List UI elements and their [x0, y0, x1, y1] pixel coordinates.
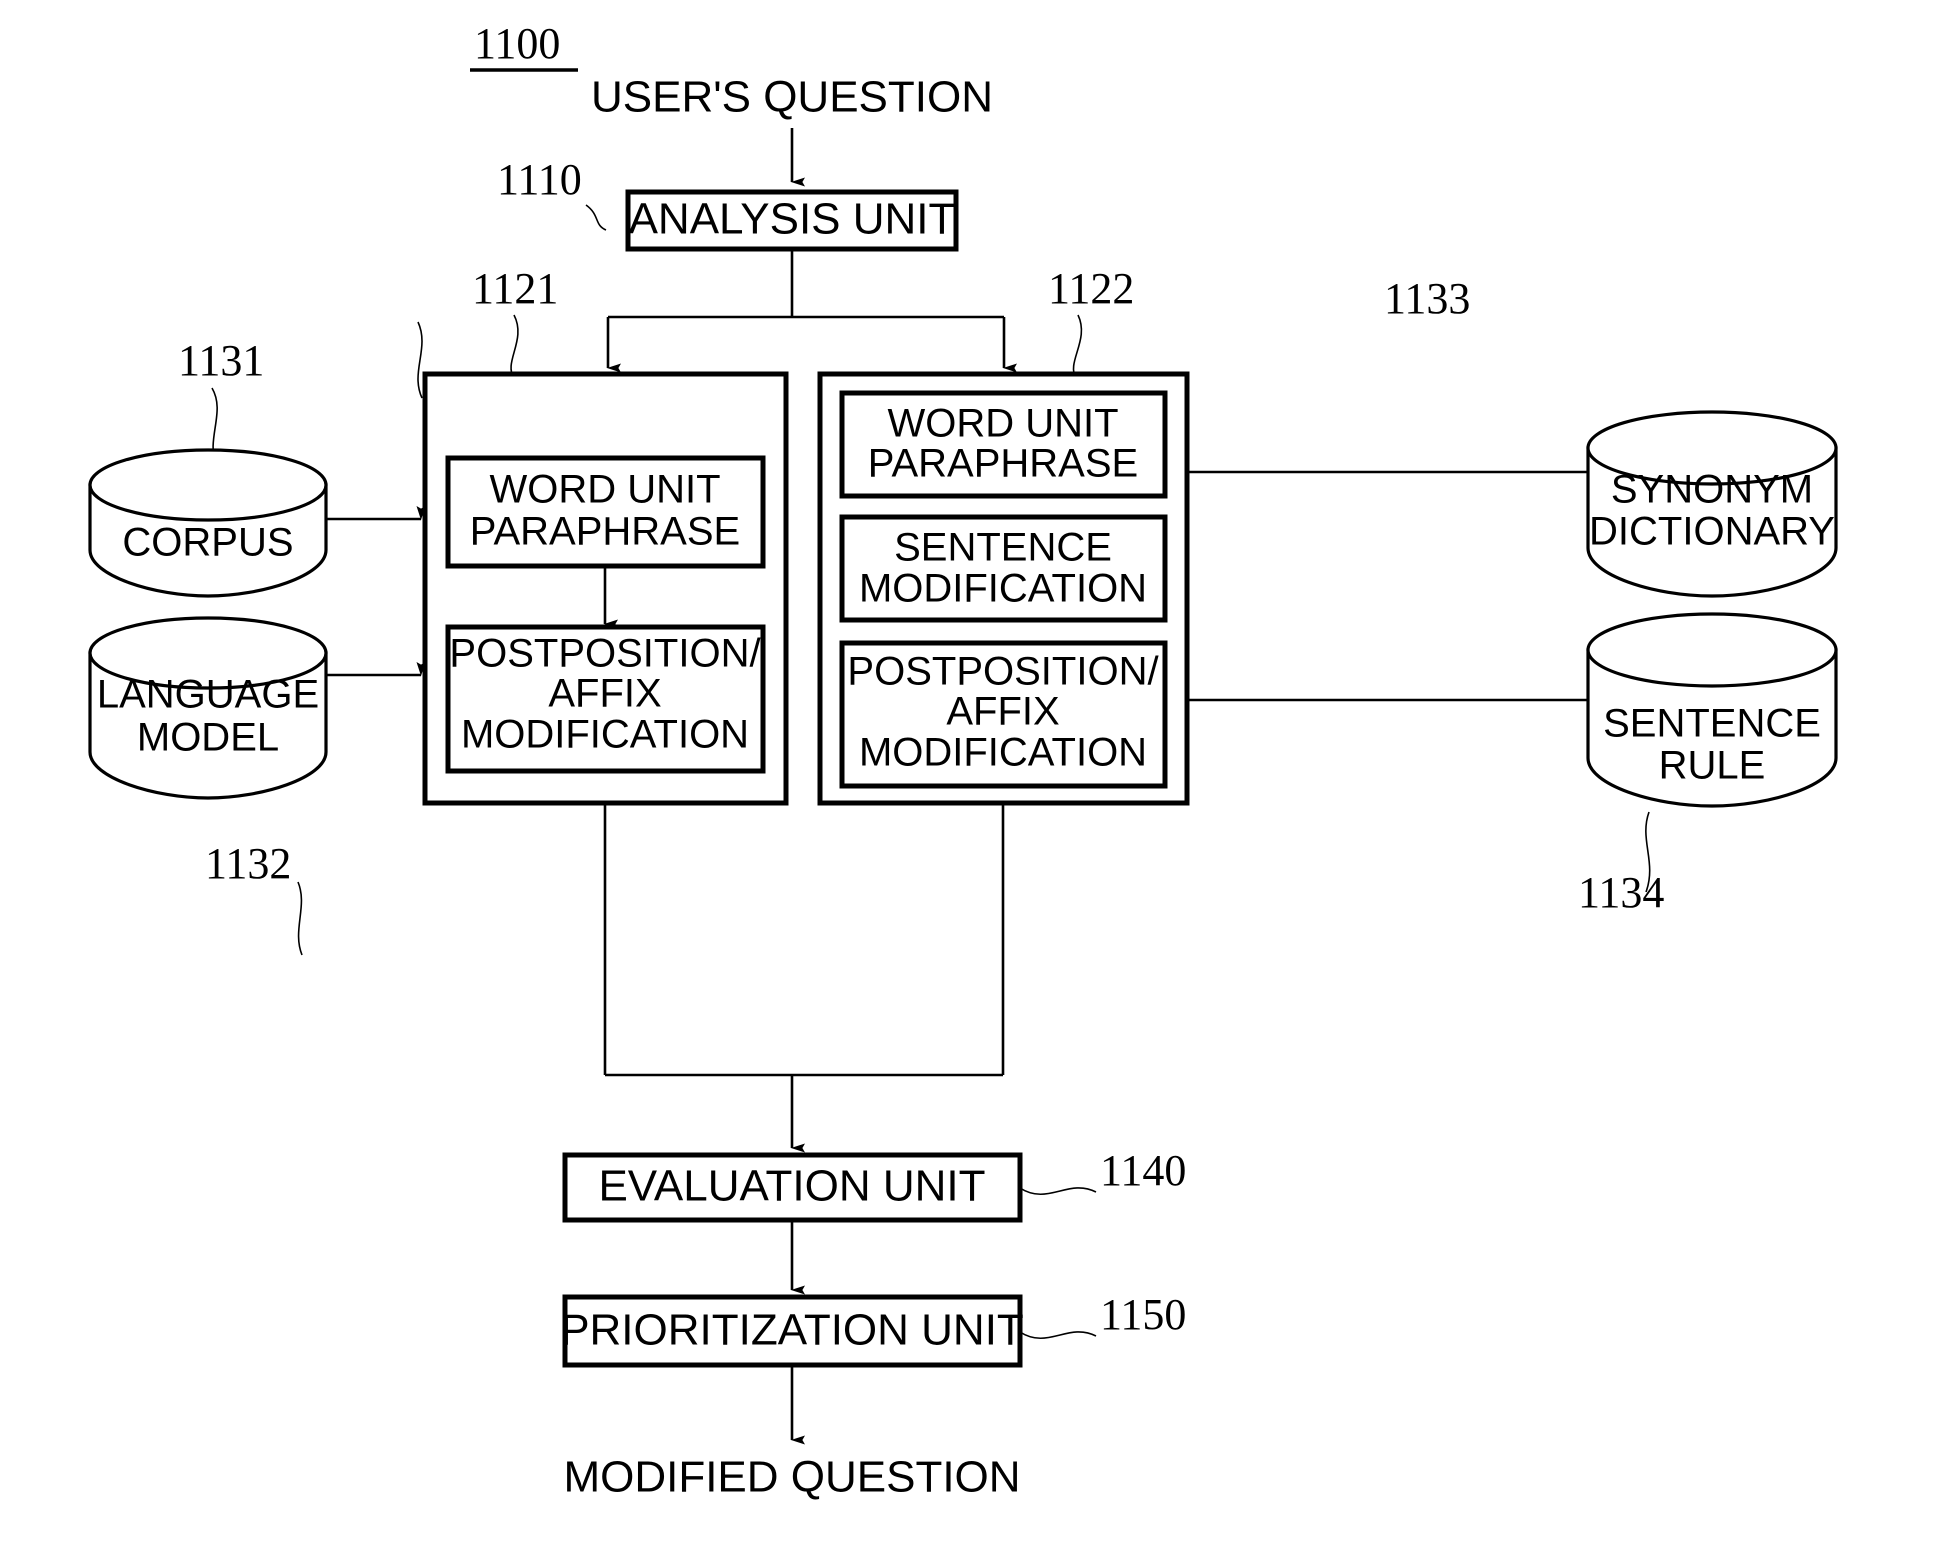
- postposition-right-line3: MODIFICATION: [859, 731, 1147, 775]
- leader-line-1133: [417, 321, 423, 399]
- input-label: USER'S QUESTION: [591, 73, 993, 122]
- ref-1140: 1140: [1100, 1146, 1186, 1195]
- ref-1131: 1131: [178, 336, 264, 385]
- postposition-left-line1: POSTPOSITION/: [449, 632, 761, 676]
- postposition-left-line3: MODIFICATION: [461, 713, 749, 757]
- prioritization-unit-label: PRIORITIZATION UNIT: [560, 1306, 1024, 1355]
- ref-1133: 1133: [1384, 274, 1470, 323]
- ref-1150: 1150: [1100, 1290, 1186, 1339]
- evaluation-unit-label: EVALUATION UNIT: [598, 1162, 985, 1211]
- ref-1110: 1110: [497, 155, 582, 204]
- output-label: MODIFIED QUESTION: [563, 1453, 1020, 1502]
- leader-line-1132: [297, 881, 303, 956]
- word-unit-paraphrase-left-line1: WORD UNIT: [489, 468, 720, 512]
- word-unit-paraphrase-right-line1: WORD UNIT: [887, 402, 1118, 446]
- analysis-unit-label: ANALYSIS UNIT: [629, 195, 956, 244]
- ref-1121: 1121: [472, 264, 558, 313]
- sentence-rule-label-line1: SENTENCE: [1603, 702, 1821, 746]
- leader-line-1150: [1019, 1331, 1097, 1339]
- leader-line-1140: [1019, 1187, 1097, 1195]
- synonym-dictionary-label-line2: DICTIONARY: [1589, 510, 1835, 554]
- sentence-modification-line2: MODIFICATION: [859, 567, 1147, 611]
- ref-1134: 1134: [1578, 868, 1664, 917]
- synonym-dictionary-label-line1: SYNONYM: [1611, 468, 1813, 512]
- postposition-right-line1: POSTPOSITION/: [847, 650, 1159, 694]
- sentence-rule-label-line2: RULE: [1659, 744, 1766, 788]
- language-model-label-line1: LANGUAGE: [97, 673, 319, 717]
- patent-figure-canvas: 1100 USER'S QUESTION 1110 ANALYSIS UNIT …: [0, 0, 1937, 1562]
- figure-number: 1100: [474, 19, 560, 68]
- corpus-label: CORPUS: [122, 521, 293, 565]
- leader-line-1122: [1072, 314, 1083, 379]
- postposition-left-line2: AFFIX: [548, 672, 661, 716]
- postposition-right-line2: AFFIX: [946, 690, 1059, 734]
- leader-line-1121: [510, 314, 519, 379]
- ref-1132: 1132: [205, 839, 291, 888]
- sentence-modification-line1: SENTENCE: [894, 526, 1112, 570]
- word-unit-paraphrase-left-line2: PARAPHRASE: [470, 510, 740, 554]
- leader-line-1110: [585, 204, 607, 231]
- word-unit-paraphrase-right-line2: PARAPHRASE: [868, 442, 1138, 486]
- flow-diagram: 1100 USER'S QUESTION 1110 ANALYSIS UNIT …: [88, 19, 1838, 1502]
- language-model-label-line2: MODEL: [137, 716, 279, 760]
- ref-1122: 1122: [1048, 264, 1134, 313]
